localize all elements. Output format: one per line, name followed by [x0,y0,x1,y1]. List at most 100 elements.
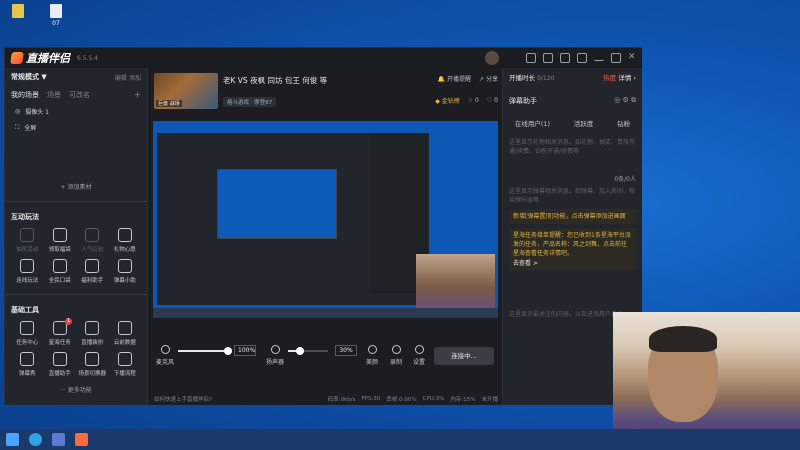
pocket-icon [52,259,67,273]
detail-link[interactable]: 详情 › [618,74,636,82]
preview-inner-desktop [217,169,337,239]
source-fullscreen[interactable]: ⛶ 全屏 [11,123,141,133]
desktop-file-07[interactable]: 07 [44,4,68,27]
start-icon[interactable] [6,433,19,446]
mic-percent[interactable]: 100% [234,345,256,356]
data-icon [117,321,132,335]
add-link[interactable]: 添加 [129,75,141,82]
menu-icon[interactable] [577,53,587,63]
camera-icon: ◎ [15,108,21,115]
settings-button[interactable]: 设置 [413,345,425,366]
headset-icon[interactable] [543,53,553,63]
room-header: 巨兽 战场 老K VS 夜枫 同坊 包王 何俊 等 格斗游戏 · 摩登87 🔔 … [148,68,502,113]
connect-button[interactable]: 连接中... [434,347,494,365]
preview-taskbar [153,308,498,318]
tool-task-center[interactable]: 任务中心 [11,321,44,346]
favs-count: ♡ 0 [486,97,498,104]
notice-star-task[interactable]: 星海任务接单提醒：您已收到1条星海平台派发的任务，产品名称：风之剑舞，点击前往星… [509,228,636,270]
help-link[interactable]: 如何快速上手直播伴侣? [154,395,212,403]
tool-end-flow[interactable]: 下播流程 [109,352,142,377]
edge-icon[interactable] [29,433,42,446]
center-panel: 巨兽 战场 老K VS 夜枫 同坊 包王 何俊 等 格斗游戏 · 摩登87 🔔 … [148,68,502,405]
tab-rename[interactable]: 可改名 [69,90,90,100]
tool-star-task[interactable]: 1 星海任务 [44,318,77,346]
tool-pocket[interactable]: 全民口袋 [44,259,77,284]
notify-button[interactable]: 🔔 开播提醒 [438,74,471,83]
source-camera[interactable]: ◎ 摄像头 1 [11,107,141,116]
notification-badge: 1 [65,318,72,325]
live-time: 0/120 [537,75,555,82]
danmu-tools-icon[interactable]: ◎ ⚙ ⧉ [614,96,636,106]
tab-my-scenes[interactable]: 我的场景 [11,90,39,100]
message-icon[interactable] [526,53,536,63]
switch-icon [85,352,100,366]
stream-preview[interactable] [153,121,498,318]
fullscreen-icon: ⛶ [15,123,20,131]
tool-assistant[interactable]: 直播助手 [44,352,77,377]
tool-danmu-helper[interactable]: 弹幕小助 [109,259,142,284]
mic-slider[interactable] [178,347,232,355]
speaker-icon [270,345,280,354]
desktop-file-icon[interactable] [6,4,30,20]
tools-title: 基础工具 [11,306,39,314]
close-button[interactable]: ✕ [628,53,638,63]
share-button[interactable]: ↗ 分享 [479,74,498,83]
cpu: CPU:3% [422,396,445,402]
room-cover[interactable]: 巨兽 战场 [154,73,218,109]
download-icon [20,259,35,273]
tab-scenes[interactable]: 场景 [47,90,61,100]
tool-scene-switch[interactable]: 场景切换器 [76,352,109,377]
beauty-icon [367,345,377,354]
minimize-button[interactable] [594,55,604,61]
record-icon [391,345,401,354]
interactive-title: 互动玩法 [11,213,39,221]
tool-danmu-show[interactable]: 弹幕秀 [11,352,44,377]
memory: 内存:15% [450,397,476,403]
decor-icon [85,321,100,335]
add-material-button[interactable]: + 添加素材 [11,182,141,191]
tab-online-users[interactable]: 在线用户(1) [515,118,550,128]
gold-rank-button[interactable]: ◆ 金钻榜 [435,96,460,105]
clipboard-icon [20,321,35,335]
edit-link[interactable]: 编辑 [115,75,127,82]
doc-icon[interactable] [560,53,570,63]
tool-link[interactable]: 连线玩法 [11,259,44,284]
live-status: 未开播 [481,397,498,403]
beauty-button[interactable]: 美颜 [366,345,378,366]
bitrate: 码率:0kb/s [327,397,356,403]
app-icon[interactable] [52,433,65,446]
maximize-button[interactable] [611,53,621,63]
diamond-icon [85,259,100,273]
gear-icon [414,345,424,354]
tool-gift-wish[interactable]: 礼物心愿 [109,228,142,253]
speaker-control[interactable]: 扬声器 [266,345,284,366]
category-pill[interactable]: 格斗游戏 · 摩登87 [223,97,277,107]
gift-message-hint: 这里显示礼物相关消息，如礼物、抽奖、贵族开通/续费、钻粉开通/续费等 [509,139,636,155]
notice-pin[interactable]: 新增[弹幕置顶]功能，点击弹幕添加进画面 [509,209,636,224]
tool-red-packet[interactable]: 人气红包 [76,228,109,253]
flow-icon [117,352,132,366]
speaker-slider[interactable] [288,347,328,355]
tool-decor[interactable]: 直播装扮 [76,321,109,346]
room-title[interactable]: 老K VS 夜枫 同坊 包王 何俊 等 [223,75,327,86]
tab-activity[interactable]: 活跃度 [574,118,594,128]
home-icon [52,352,67,366]
add-scene-icon[interactable]: ＋ [134,90,141,100]
tool-lucky-bag[interactable]: 领取福袋 [44,228,77,253]
hot-label: 热度 [603,74,617,82]
speaker-percent[interactable]: 30% [335,345,357,356]
record-button[interactable]: 录制 [390,345,402,366]
hair-shape [649,326,717,352]
tab-diamond-fans[interactable]: 钻粉 [617,118,630,128]
more-features-button[interactable]: ··· 更多功能 [11,385,141,394]
danmu-message-hint: 这里显示弹幕相关消息，如弹幕、加入房间、粉丝牌升级等 [509,188,636,204]
live-companion-taskbar-icon[interactable] [75,433,88,446]
tool-data[interactable]: 云前数据 [109,321,142,346]
view-task-link[interactable]: 去查看 > [513,258,632,267]
tool-lottery[interactable]: 抽奖活动 [11,228,44,253]
tool-welfare[interactable]: 福利助手 [76,259,109,284]
danmu-icon [20,352,35,366]
mic-control[interactable]: 麦克风 [156,345,174,366]
mode-select[interactable]: 常规模式 ▼ [11,72,47,82]
user-avatar[interactable] [485,51,499,65]
